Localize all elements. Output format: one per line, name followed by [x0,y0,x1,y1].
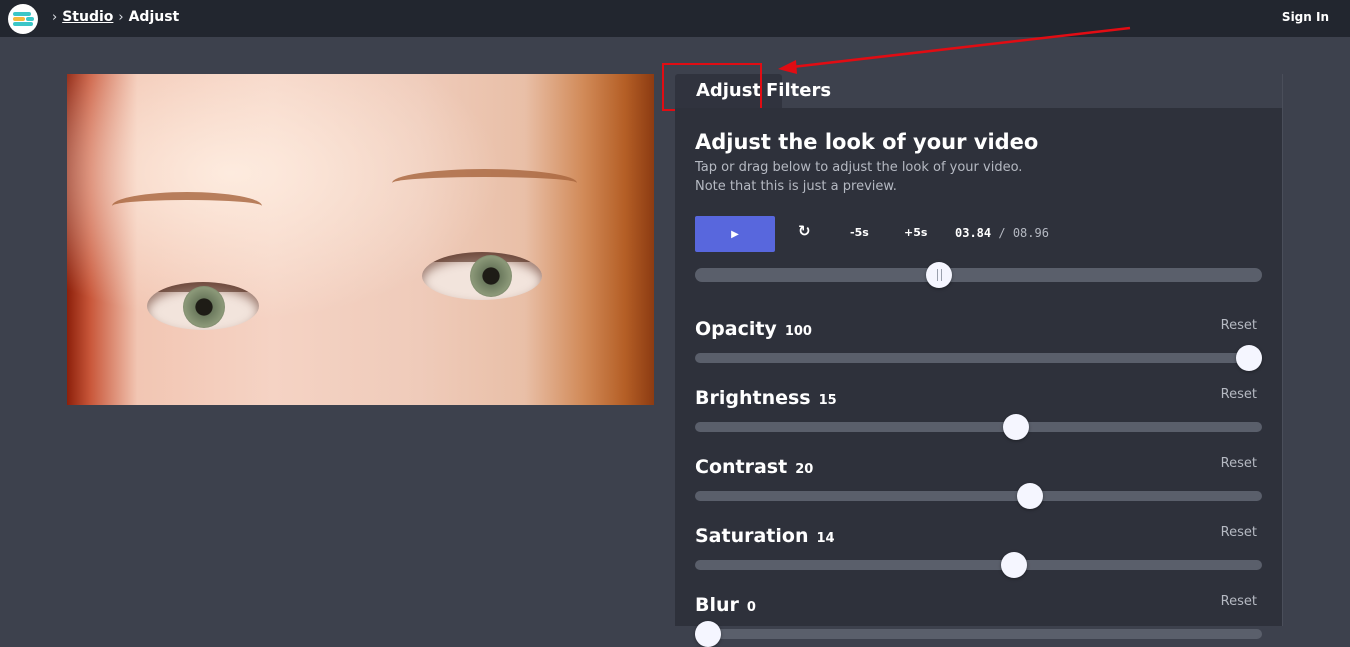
contrast-slider-handle[interactable] [1016,483,1043,509]
panel-subtitle: Tap or drag below to adjust the look of … [695,160,1023,175]
right-eye [422,252,542,300]
opacity-value: 100 [784,324,812,339]
opacity-label-text: Opacity [695,318,777,340]
video-preview [67,74,654,405]
breadcrumb: › Studio › Adjust [52,9,179,25]
playback-scrubber[interactable] [695,262,1262,288]
panel-title: Adjust the look of your video [695,130,1039,154]
opacity-reset-button[interactable]: Reset [1221,318,1257,333]
opacity-slider[interactable] [695,345,1262,371]
saturation-label-text: Saturation [695,525,809,547]
top-bar: › Studio › Adjust Sign In [0,0,1350,37]
current-time: 03.84 [955,226,992,240]
breadcrumb-separator: › [118,9,124,25]
contrast-reset-button[interactable]: Reset [1221,456,1257,471]
time-separator: / [998,226,1006,240]
brightness-slider-handle[interactable] [1003,414,1030,440]
brightness-slider[interactable] [695,414,1262,440]
blur-label: Blur 0 [695,594,756,616]
replay-icon[interactable]: ↻ [798,222,811,240]
opacity-slider-handle[interactable] [1236,345,1262,371]
contrast-slider[interactable] [695,483,1262,509]
adjust-panel: Adjust the look of your video Tap or dra… [675,108,1282,647]
blur-slider-handle[interactable] [695,621,721,647]
play-icon: ▶ [731,228,739,240]
blur-slider[interactable] [695,621,1262,647]
blur-label-text: Blur [695,594,739,616]
sign-in-link[interactable]: Sign In [1282,10,1329,24]
panel-note: Note that this is just a preview. [695,179,897,194]
opacity-label: Opacity 100 [695,318,812,340]
saturation-value: 14 [816,531,835,546]
breadcrumb-studio-link[interactable]: Studio [62,9,113,25]
total-time: 08.96 [1012,226,1049,240]
saturation-reset-button[interactable]: Reset [1221,525,1257,540]
app-logo-icon[interactable] [8,4,38,34]
forward-5s-button[interactable]: +5s [904,226,927,239]
contrast-label-text: Contrast [695,456,788,478]
contrast-label: Contrast 20 [695,456,813,478]
saturation-label: Saturation 14 [695,525,835,547]
saturation-slider-handle[interactable] [1000,552,1027,578]
brightness-value: 15 [818,393,837,408]
annotation-highlight-box [662,63,762,111]
panel-divider [1282,74,1283,626]
left-eye [147,282,259,330]
scrubber-handle[interactable] [926,262,952,288]
breadcrumb-separator: › [52,9,58,25]
play-button[interactable]: ▶ [695,216,775,252]
brightness-label: Brightness 15 [695,387,837,409]
left-brow [112,192,262,220]
right-brow [392,169,577,197]
brightness-reset-button[interactable]: Reset [1221,387,1257,402]
breadcrumb-current: Adjust [128,9,180,25]
tab-filters[interactable]: Filters [766,74,836,108]
contrast-value: 20 [795,462,814,477]
blur-reset-button[interactable]: Reset [1221,594,1257,609]
blur-value: 0 [746,600,756,615]
brightness-label-text: Brightness [695,387,811,409]
time-readout: 03.84 / 08.96 [955,226,1049,240]
rewind-5s-button[interactable]: -5s [850,226,869,239]
saturation-slider[interactable] [695,552,1262,578]
